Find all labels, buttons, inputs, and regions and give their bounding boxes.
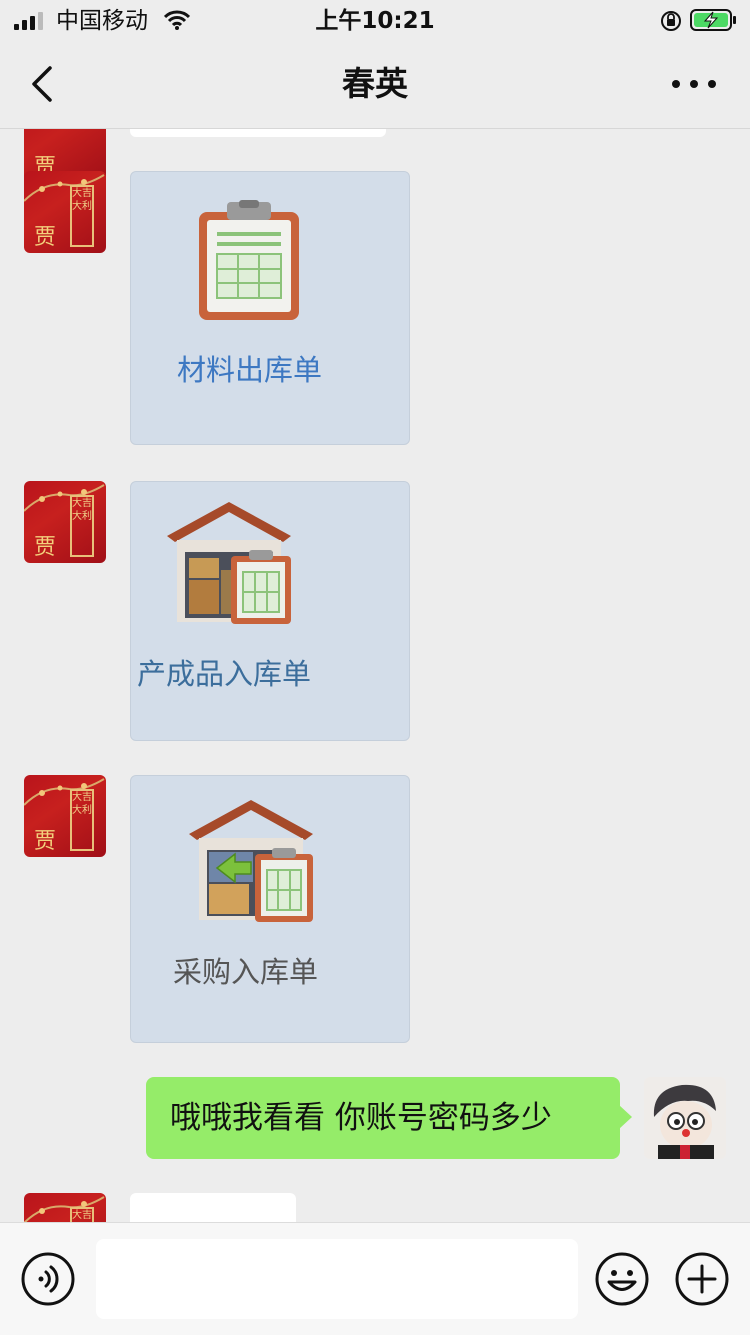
card-label: 产成品入库单 [137, 657, 312, 691]
warehouse-inbound-icon [189, 800, 313, 922]
file-card-material-out[interactable]: 材料出库单 [130, 171, 410, 445]
voice-icon[interactable] [20, 1251, 76, 1307]
file-card-purchase-in[interactable]: 采购入库单 [130, 775, 410, 1043]
bubble-tail [619, 1105, 632, 1129]
battery-icon [690, 9, 736, 31]
message-bubble[interactable] [130, 129, 386, 137]
cartoon-avatar-icon [644, 1077, 726, 1159]
my-avatar[interactable] [644, 1077, 726, 1159]
avatar[interactable]: 大吉大利 贾 [24, 775, 106, 857]
status-time: 上午10:21 [315, 8, 435, 34]
avatar-vertical-text: 大吉大利 [70, 185, 94, 247]
message-bubble[interactable] [130, 1193, 296, 1222]
avatar-vertical-text: 大吉大利 [70, 789, 94, 851]
avatar-vertical-text: 大吉大利 [70, 495, 94, 557]
rotation-lock-icon [661, 11, 681, 31]
avatar-text: 贾 [34, 829, 57, 854]
emoji-icon[interactable] [594, 1251, 650, 1307]
my-message-bubble[interactable]: 哦哦我看看 你账号密码多少 [146, 1077, 632, 1159]
more-dots-icon[interactable] [668, 72, 720, 96]
clipboard-icon [199, 200, 299, 320]
status-bar: 中国移动 上午10:21 [0, 0, 750, 44]
message-input[interactable] [96, 1239, 578, 1319]
card-label: 材料出库单 [177, 353, 323, 387]
warehouse-icon [167, 502, 291, 624]
file-card-product-in[interactable]: 产成品入库单 [130, 481, 410, 741]
avatar-text: 贾 [34, 535, 57, 560]
avatar[interactable]: 大吉大利 [24, 1193, 106, 1222]
avatar-text: 贾 [34, 225, 57, 250]
avatar[interactable]: 大吉大利 贾 [24, 481, 106, 563]
plus-icon[interactable] [674, 1251, 730, 1307]
input-bar [0, 1222, 750, 1335]
chat-area[interactable]: 贾 大吉大利 贾 材料出库单 大吉大利 贾 产成品入库单 大吉大利 贾 采购入库… [0, 129, 750, 1222]
message-text: 哦哦我看看 你账号密码多少 [170, 1100, 552, 1136]
avatar-vertical-text: 大吉大利 [70, 1207, 94, 1222]
card-label: 采购入库单 [173, 955, 319, 989]
avatar[interactable]: 大吉大利 贾 [24, 171, 106, 253]
chat-title: 春英 [342, 64, 408, 103]
nav-bar: 春英 [0, 44, 750, 129]
